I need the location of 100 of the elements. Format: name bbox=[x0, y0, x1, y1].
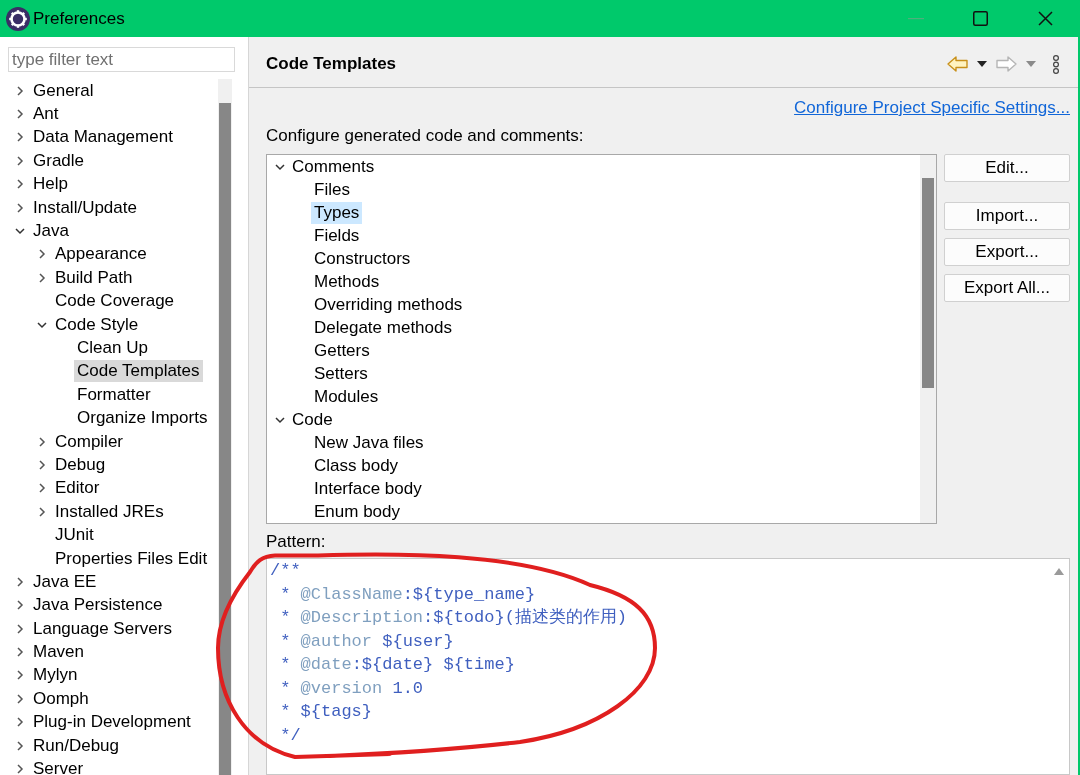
tree-item[interactable]: Installed JREs bbox=[52, 500, 167, 523]
more-options-icon[interactable] bbox=[1052, 54, 1060, 74]
tree-item[interactable]: Mylyn bbox=[30, 664, 81, 687]
tree-item[interactable]: Fields bbox=[311, 224, 363, 247]
action-button[interactable]: Export All... bbox=[944, 274, 1070, 302]
code-line: * @date:${date} ${time} bbox=[279, 654, 515, 676]
chevron-right-icon[interactable] bbox=[15, 693, 25, 704]
code-line: * @version 1.0 bbox=[279, 677, 424, 700]
chevron-right-icon[interactable] bbox=[37, 506, 47, 517]
chevron-right-icon[interactable] bbox=[15, 202, 25, 213]
chevron-right-icon[interactable] bbox=[15, 670, 25, 681]
chevron-right-icon[interactable] bbox=[37, 249, 47, 260]
tree-item[interactable]: Setters bbox=[311, 362, 371, 385]
tree-item[interactable]: Methods bbox=[311, 270, 383, 293]
tree-item[interactable]: Code Style bbox=[52, 313, 142, 336]
chevron-right-icon[interactable] bbox=[15, 109, 25, 120]
code-line: * ${tags} bbox=[279, 701, 373, 723]
tree-item[interactable]: Run/Debug bbox=[30, 734, 122, 757]
tree-item[interactable]: Organize Imports bbox=[74, 407, 211, 430]
code-line: */ bbox=[279, 724, 301, 747]
action-button[interactable]: Import... bbox=[944, 202, 1070, 230]
chevron-right-icon[interactable] bbox=[37, 459, 47, 470]
tree-item[interactable]: Constructors bbox=[311, 247, 414, 270]
chevron-right-icon[interactable] bbox=[15, 576, 25, 587]
chevron-right-icon[interactable] bbox=[15, 740, 25, 751]
tree-item[interactable]: Server bbox=[30, 758, 87, 775]
tree-item[interactable]: Java EE bbox=[30, 570, 100, 593]
settings-link[interactable]: Configure Project Specific Settings... bbox=[794, 96, 1070, 119]
chevron-down-icon[interactable] bbox=[15, 226, 25, 237]
tree-item[interactable]: Plug-in Development bbox=[30, 711, 194, 734]
chevron-right-icon[interactable] bbox=[15, 132, 25, 143]
action-button[interactable]: Export... bbox=[944, 238, 1070, 266]
page-title: Code Templates bbox=[266, 54, 397, 74]
chevron-right-icon[interactable] bbox=[15, 647, 25, 658]
tree-item[interactable]: Build Path bbox=[52, 266, 136, 289]
action-button[interactable]: Edit... bbox=[944, 154, 1070, 182]
chevron-right-icon[interactable] bbox=[15, 600, 25, 611]
maximize-icon[interactable] bbox=[973, 11, 988, 26]
tree-item[interactable]: Java bbox=[30, 220, 72, 243]
tree-item[interactable]: Help bbox=[30, 173, 71, 196]
tree-item[interactable]: Language Servers bbox=[30, 617, 175, 640]
window-title: Preferences bbox=[33, 8, 125, 29]
tree-item[interactable]: Enum body bbox=[311, 500, 403, 523]
tree-item[interactable]: Java Persistence bbox=[30, 594, 166, 617]
chevron-down-icon[interactable] bbox=[275, 161, 285, 172]
tree-item[interactable]: Overriding methods bbox=[311, 293, 466, 316]
scrollbar-thumb[interactable] bbox=[922, 178, 934, 388]
tree-item[interactable]: Maven bbox=[30, 641, 88, 664]
tree-item[interactable]: Editor bbox=[52, 477, 103, 500]
chevron-down-icon[interactable] bbox=[37, 319, 47, 330]
scrollbar[interactable] bbox=[218, 79, 232, 775]
tree-item[interactable]: Gradle bbox=[30, 149, 88, 172]
tree-item[interactable]: Formatter bbox=[74, 383, 154, 406]
tree-item[interactable]: Compiler bbox=[52, 430, 127, 453]
scrollbar[interactable] bbox=[920, 155, 936, 523]
tree-item[interactable]: Clean Up bbox=[74, 337, 151, 359]
dropdown-caret-icon[interactable] bbox=[977, 61, 987, 67]
tree-item[interactable]: Files bbox=[311, 178, 353, 201]
tree-item[interactable]: New Java files bbox=[311, 431, 427, 454]
tree-item[interactable]: Install/Update bbox=[30, 196, 140, 219]
tree-item[interactable]: Oomph bbox=[30, 687, 92, 710]
chevron-right-icon[interactable] bbox=[15, 179, 25, 190]
code-line: * @author ${user} bbox=[279, 630, 454, 653]
tree-item[interactable]: Interface body bbox=[311, 477, 425, 500]
tree-item[interactable]: Types bbox=[311, 201, 363, 224]
filter-field[interactable]: type filter text bbox=[8, 47, 235, 72]
tree-item[interactable]: Properties Files Edit bbox=[52, 547, 211, 570]
gear-icon bbox=[6, 6, 30, 31]
tree-item[interactable]: Code bbox=[289, 408, 336, 431]
close-icon[interactable] bbox=[1038, 11, 1053, 26]
pattern-editor[interactable]: /** * @ClassName:${type_name} * @Description:${todo}(描述类的作用) * @author ${user} * @date:${date} ${time} * @version 1.0 * ${tags} */ bbox=[266, 558, 1070, 775]
scroll-up-arrow-icon[interactable] bbox=[1053, 568, 1064, 575]
tree-item[interactable]: Comments bbox=[289, 155, 378, 178]
tree-item[interactable]: General bbox=[30, 79, 97, 102]
tree-item[interactable]: Getters bbox=[311, 339, 373, 362]
section-label: Configure generated code and comments: bbox=[266, 125, 585, 147]
chevron-right-icon[interactable] bbox=[15, 717, 25, 728]
tree-item[interactable]: Modules bbox=[311, 385, 382, 408]
tree-item[interactable]: Class body bbox=[311, 454, 402, 477]
tree-item[interactable]: Debug bbox=[52, 453, 109, 476]
chevron-right-icon[interactable] bbox=[37, 436, 47, 447]
tree-item[interactable]: Appearance bbox=[52, 243, 150, 266]
chevron-right-icon[interactable] bbox=[37, 483, 47, 494]
code-line: /** bbox=[270, 560, 301, 582]
chevron-right-icon[interactable] bbox=[15, 155, 25, 166]
chevron-down-icon[interactable] bbox=[275, 414, 285, 425]
scrollbar-thumb[interactable] bbox=[219, 103, 231, 775]
code-line: * @Description:${todo}(描述类的作用) bbox=[279, 607, 628, 629]
code-line: * @ClassName:${type_name} bbox=[279, 583, 536, 606]
tree-item[interactable]: Data Management bbox=[30, 126, 176, 149]
tree-item[interactable]: JUnit bbox=[52, 524, 97, 547]
tree-item[interactable]: Code Coverage bbox=[52, 290, 178, 313]
chevron-right-icon[interactable] bbox=[37, 272, 47, 283]
chevron-right-icon[interactable] bbox=[15, 85, 25, 96]
tree-item[interactable]: Delegate methods bbox=[311, 316, 455, 339]
tree-item[interactable]: Ant bbox=[30, 103, 62, 126]
chevron-right-icon[interactable] bbox=[15, 764, 25, 774]
tree-item[interactable]: Code Templates bbox=[74, 360, 203, 383]
pattern-label: Pattern: bbox=[266, 531, 327, 553]
chevron-right-icon[interactable] bbox=[15, 623, 25, 634]
